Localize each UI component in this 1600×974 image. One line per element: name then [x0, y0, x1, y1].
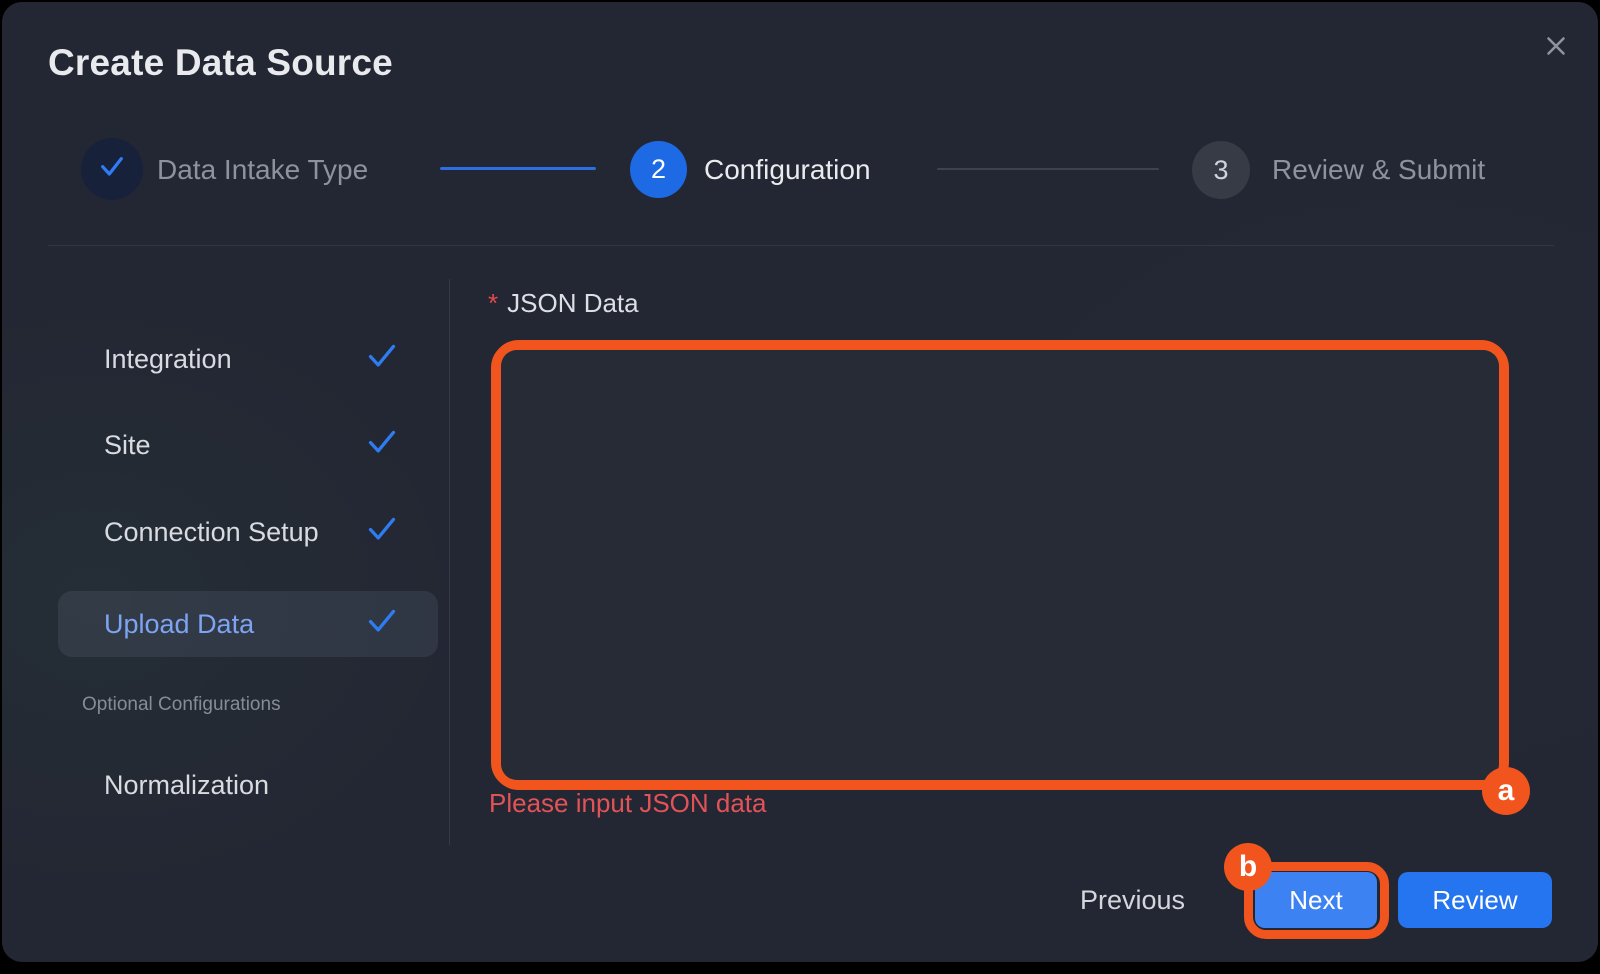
annotation-badge-a-label: a [1498, 774, 1515, 808]
json-data-textarea[interactable] [501, 350, 1499, 780]
check-icon [366, 428, 398, 463]
previous-button[interactable]: Previous [1080, 874, 1185, 926]
sidebar-item-site[interactable]: Site [58, 412, 438, 478]
field-label-text: JSON Data [507, 288, 639, 319]
step-2-indicator[interactable]: 2 [630, 141, 687, 198]
sidebar-item-label: Upload Data [104, 609, 254, 640]
close-button[interactable] [1536, 27, 1576, 67]
page-title: Create Data Source [48, 42, 393, 84]
check-icon [366, 607, 398, 642]
step-2-number: 2 [651, 154, 666, 185]
step-connector-pending [937, 168, 1159, 170]
check-icon [96, 150, 128, 189]
create-data-source-modal: Create Data Source Data Intake Type 2 Co… [2, 2, 1598, 962]
json-data-error-message: Please input JSON data [489, 788, 767, 819]
sidebar-item-label: Integration [104, 344, 232, 375]
check-icon [366, 515, 398, 550]
annotation-badge-b-label: b [1239, 850, 1257, 884]
sidebar-section-optional-configurations: Optional Configurations [82, 694, 281, 716]
sidebar-item-normalization[interactable]: Normalization [58, 752, 438, 818]
step-1-label[interactable]: Data Intake Type [157, 152, 368, 188]
annotation-badge-b: b [1224, 843, 1272, 891]
close-icon [1541, 31, 1571, 64]
review-button[interactable]: Review [1398, 872, 1552, 928]
sidebar-divider [449, 279, 450, 845]
sidebar-item-label: Site [104, 430, 151, 461]
json-data-field-label: * JSON Data [488, 288, 639, 319]
next-button[interactable]: Next [1255, 872, 1377, 928]
sidebar-item-connection-setup[interactable]: Connection Setup [58, 499, 438, 565]
annotation-box-a [491, 340, 1509, 790]
required-asterisk: * [488, 288, 498, 319]
step-2-label[interactable]: Configuration [704, 152, 871, 188]
sidebar-item-upload-data[interactable]: Upload Data [58, 591, 438, 657]
check-icon [366, 342, 398, 377]
step-1-indicator[interactable] [81, 138, 143, 200]
annotation-badge-a: a [1482, 767, 1530, 815]
sidebar-item-label: Normalization [104, 770, 269, 801]
sidebar-item-integration[interactable]: Integration [58, 326, 438, 392]
step-3-label[interactable]: Review & Submit [1272, 152, 1485, 188]
step-3-number: 3 [1213, 155, 1228, 186]
header-divider [48, 245, 1554, 246]
step-connector-completed [440, 167, 596, 170]
sidebar-item-label: Connection Setup [104, 517, 319, 548]
step-3-indicator[interactable]: 3 [1192, 141, 1250, 199]
